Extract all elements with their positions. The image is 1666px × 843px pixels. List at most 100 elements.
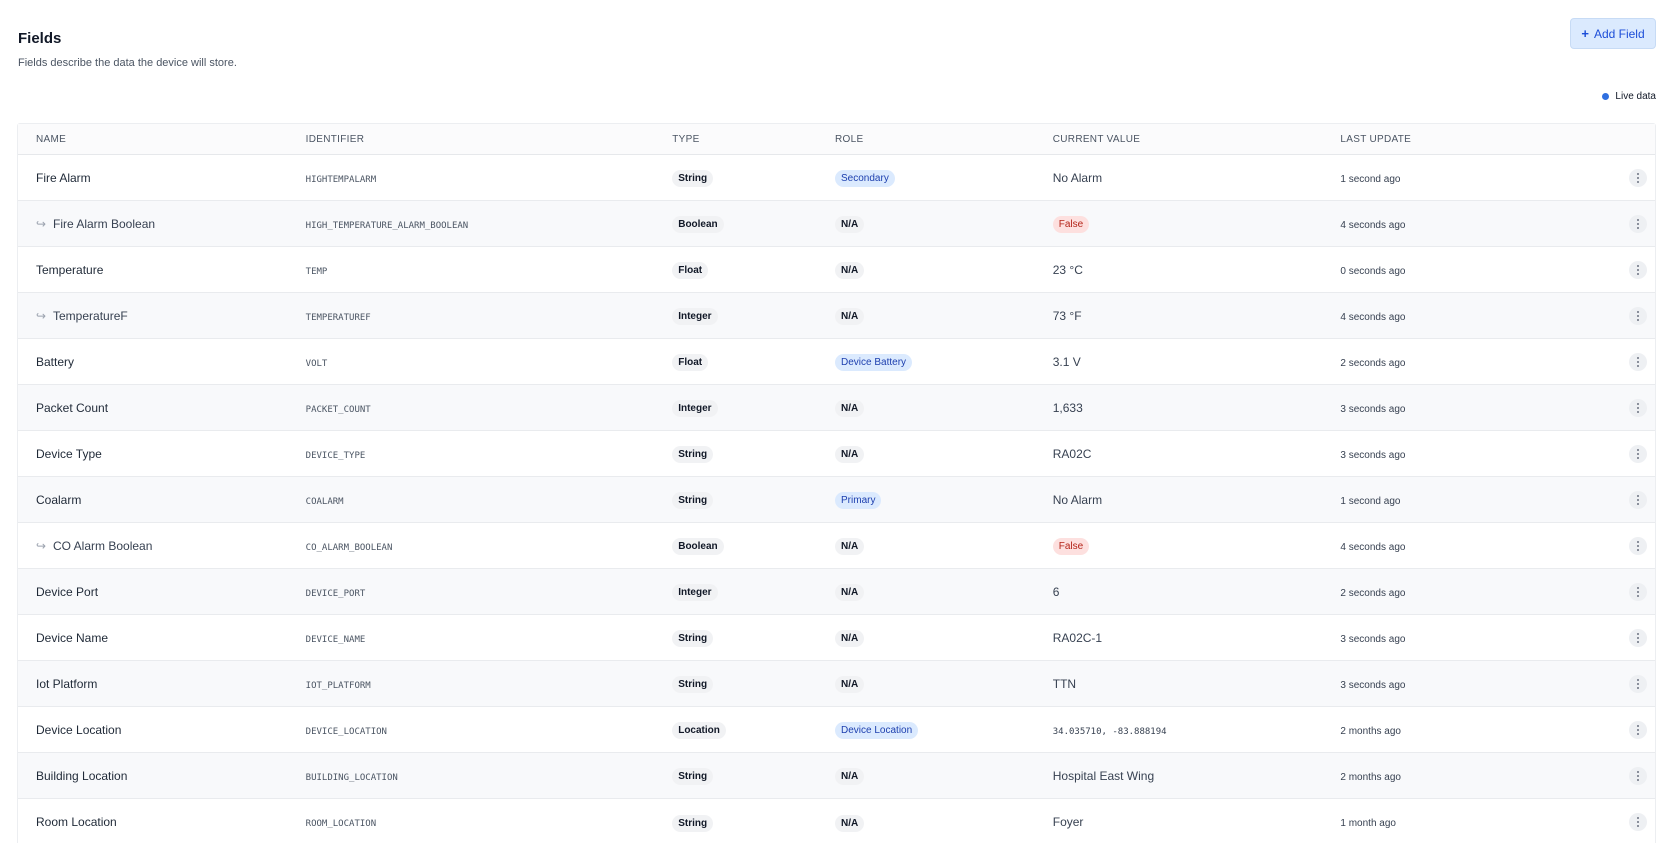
column-header-identifier: IDENTIFIER xyxy=(305,133,365,145)
table-body: Fire Alarm HIGHTEMPALARM String Secondary No… xyxy=(18,155,1655,843)
last-update: 2 months ago xyxy=(1340,771,1401,783)
field-identifier: BUILDING_LOCATION xyxy=(305,772,398,783)
type-badge: String xyxy=(672,814,714,832)
child-field-arrow-icon: ↪ xyxy=(36,538,47,553)
field-name: Device Name xyxy=(36,630,109,645)
type-badge: String xyxy=(672,492,714,509)
role-badge: N/A xyxy=(835,400,865,417)
kebab-menu-icon[interactable] xyxy=(1629,536,1647,555)
table-row[interactable]: Room Location ROOM_LOCATION String N/A Foyer… xyxy=(18,799,1655,843)
current-value: Foyer xyxy=(1052,815,1084,829)
table-row[interactable]: Device Port DEVICE_PORT Integer N/A 6 2 secon… xyxy=(18,569,1655,615)
field-identifier: DEVICE_TYPE xyxy=(305,450,366,461)
type-badge: Float xyxy=(672,262,709,279)
role-badge: Device Location xyxy=(835,722,919,739)
field-name-cell: Building Location xyxy=(18,769,306,783)
field-identifier: VOLT xyxy=(305,358,328,369)
table-row[interactable]: Device Type DEVICE_TYPE String N/A RA02C 3 se… xyxy=(18,431,1655,477)
table-row[interactable]: Fire Alarm HIGHTEMPALARM String Secondary No… xyxy=(18,155,1655,201)
field-name: Battery xyxy=(36,354,75,369)
role-badge: N/A xyxy=(835,768,865,785)
current-value: TTN xyxy=(1052,676,1077,691)
kebab-menu-icon[interactable] xyxy=(1629,674,1647,693)
field-name-cell: Device Type xyxy=(18,447,306,461)
kebab-menu-icon[interactable] xyxy=(1629,168,1647,187)
kebab-menu-icon[interactable] xyxy=(1629,628,1647,647)
table-row[interactable]: Temperature TEMP Float N/A 23 °C 0 seconds ag… xyxy=(18,247,1655,293)
current-value: No Alarm xyxy=(1052,170,1103,185)
last-update: 1 second ago xyxy=(1340,173,1401,185)
column-header-last-update: LAST UPDATE xyxy=(1340,133,1412,145)
field-identifier: TEMPERATUREF xyxy=(305,312,371,323)
child-field-arrow-icon: ↪ xyxy=(36,308,47,323)
page-title: Fields xyxy=(18,30,62,47)
kebab-menu-icon[interactable] xyxy=(1629,214,1647,233)
current-value: 1,633 xyxy=(1052,400,1083,415)
column-header-type: TYPE xyxy=(672,133,700,145)
field-identifier: ROOM_LOCATION xyxy=(305,819,377,829)
live-dot-icon xyxy=(1602,93,1610,100)
field-name-cell: ↪ Fire Alarm Boolean xyxy=(18,217,306,231)
last-update: 3 seconds ago xyxy=(1340,403,1406,415)
add-field-button[interactable]: + Add Field xyxy=(1570,18,1656,49)
type-badge: String xyxy=(672,170,714,187)
last-update: 4 seconds ago xyxy=(1340,219,1406,231)
table-row[interactable]: Battery VOLT Float Device Battery 3.1 V 2 sec… xyxy=(18,339,1655,385)
fields-table: NAME IDENTIFIER TYPE ROLE CURRENT VALUE … xyxy=(17,123,1656,843)
page-header: Fields Fields describe the data the devi… xyxy=(18,30,237,69)
table-row[interactable]: ↪ TemperatureF TEMPERATUREF Integer N/A 73 °F… xyxy=(18,293,1655,339)
field-name-cell: Fire Alarm xyxy=(18,171,306,185)
current-value: 34.035710, -83.888194 xyxy=(1052,726,1167,737)
field-identifier: TEMP xyxy=(305,266,328,277)
table-row[interactable]: ↪ Fire Alarm Boolean HIGH_TEMPERATURE_ALAR… xyxy=(18,201,1655,247)
role-badge: Primary xyxy=(835,492,882,509)
field-name-cell: Battery xyxy=(18,355,306,369)
field-identifier: DEVICE_NAME xyxy=(305,634,366,645)
field-name-cell: ↪ CO Alarm Boolean xyxy=(18,539,306,553)
table-row[interactable]: Device Location DEVICE_LOCATION Location De… xyxy=(18,707,1655,753)
field-name: Room Location xyxy=(36,815,117,829)
last-update: 1 month ago xyxy=(1340,818,1396,829)
role-badge: N/A xyxy=(835,446,865,463)
table-row[interactable]: Iot Platform IOT_PLATFORM String N/A TTN 3 se… xyxy=(18,661,1655,707)
live-data-label: Live data xyxy=(1615,91,1656,102)
field-identifier: PACKET_COUNT xyxy=(305,404,371,415)
field-name-cell: Room Location xyxy=(18,815,306,829)
child-field-arrow-icon: ↪ xyxy=(36,216,47,231)
current-value: RA02C xyxy=(1052,446,1092,461)
field-identifier: COALARM xyxy=(305,496,344,507)
kebab-menu-icon[interactable] xyxy=(1629,398,1647,417)
kebab-menu-icon[interactable] xyxy=(1629,490,1647,509)
last-update: 4 seconds ago xyxy=(1340,541,1406,553)
kebab-menu-icon[interactable] xyxy=(1629,352,1647,371)
field-name: Temperature xyxy=(36,262,104,277)
table-row[interactable]: Coalarm COALARM String Primary No Alarm 1 sec… xyxy=(18,477,1655,523)
field-name-cell: Iot Platform xyxy=(18,677,306,691)
table-row[interactable]: Packet Count PACKET_COUNT Integer N/A 1,633 3… xyxy=(18,385,1655,431)
current-value: No Alarm xyxy=(1052,492,1103,507)
current-value-badge: False xyxy=(1052,216,1090,233)
field-identifier: DEVICE_PORT xyxy=(305,588,366,599)
role-badge: N/A xyxy=(835,584,865,601)
live-data-indicator: Live data xyxy=(1602,91,1656,102)
type-badge: String xyxy=(672,676,714,693)
kebab-menu-icon[interactable] xyxy=(1629,720,1647,739)
current-value-badge: False xyxy=(1052,538,1090,555)
field-name: Fire Alarm Boolean xyxy=(53,216,156,231)
kebab-menu-icon[interactable] xyxy=(1629,766,1647,785)
type-badge: Location xyxy=(672,722,726,739)
role-badge: N/A xyxy=(835,538,865,555)
type-badge: String xyxy=(672,630,714,647)
kebab-menu-icon[interactable] xyxy=(1629,444,1647,463)
kebab-menu-icon[interactable] xyxy=(1629,813,1647,831)
table-row[interactable]: Building Location BUILDING_LOCATION String… xyxy=(18,753,1655,799)
kebab-menu-icon[interactable] xyxy=(1629,582,1647,601)
table-row[interactable]: ↪ CO Alarm Boolean CO_ALARM_BOOLEAN Boolean… xyxy=(18,523,1655,569)
current-value: 3.1 V xyxy=(1052,354,1081,369)
kebab-menu-icon[interactable] xyxy=(1629,260,1647,279)
role-badge: Device Battery xyxy=(835,354,913,371)
field-name: CO Alarm Boolean xyxy=(53,538,153,553)
kebab-menu-icon[interactable] xyxy=(1629,306,1647,325)
field-identifier: CO_ALARM_BOOLEAN xyxy=(305,542,393,553)
table-row[interactable]: Device Name DEVICE_NAME String N/A RA02C-1 3 … xyxy=(18,615,1655,661)
